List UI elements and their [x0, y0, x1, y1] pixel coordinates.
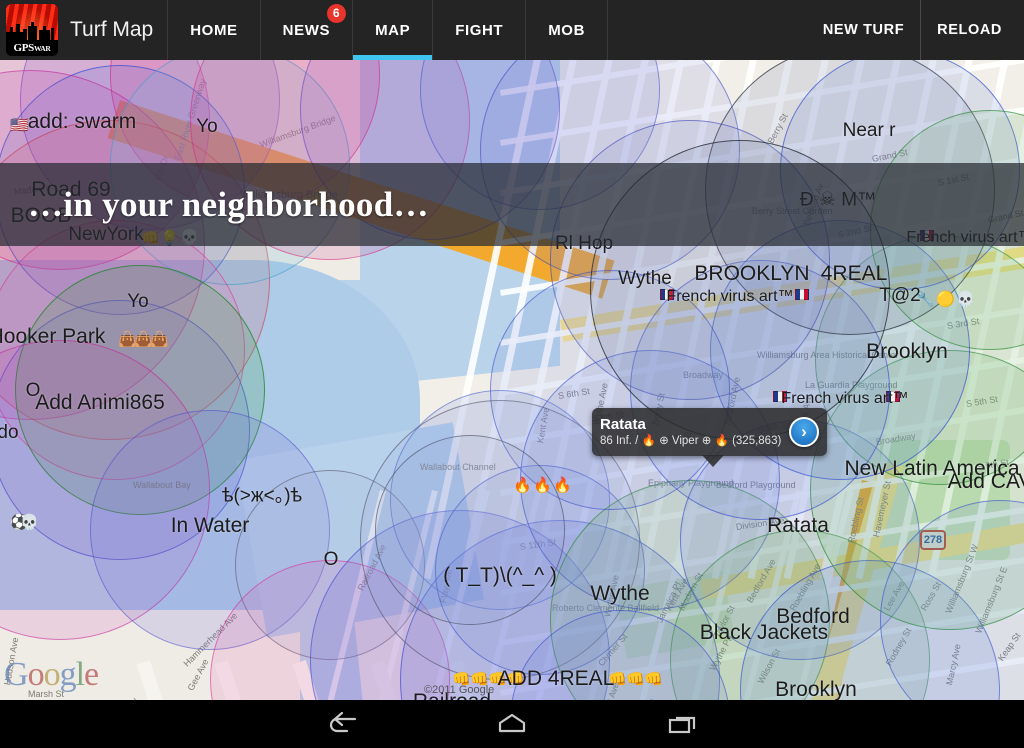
app-root: Williamsburg BridgeWilliamsburg BridgeMa… [0, 0, 1024, 748]
map-emoji-marker: 👊 [644, 671, 663, 688]
map-emoji-marker: 👊 [626, 671, 645, 688]
back-arrow-icon [329, 711, 357, 733]
map-emoji-marker: 👜 [150, 331, 169, 348]
tab-news[interactable]: NEWS 6 [261, 0, 354, 60]
map-attribution: ©2011 Google [424, 684, 495, 696]
turf-name-label[interactable]: T@2 [879, 285, 920, 307]
turf-name-label[interactable]: 4REAL [821, 262, 888, 286]
tab-fight[interactable]: FIGHT [433, 0, 527, 60]
turf-name-label[interactable]: Brooklyn [775, 678, 857, 700]
turf-name-label[interactable]: Yo [196, 116, 218, 138]
bubble-subtitle: 86 Inf. / 🔥 ⊕ Viper ⊕ 🔥 (325,863) [600, 434, 782, 447]
google-watermark: Google [4, 656, 99, 693]
turf-name-label[interactable]: Black Jackets [700, 621, 828, 645]
turf-map-canvas[interactable]: Williamsburg BridgeWilliamsburg BridgeMa… [0, 60, 1024, 700]
top-bar-actions: NEW TURF RELOAD [807, 0, 1024, 60]
tab-mob[interactable]: MOB [526, 0, 608, 60]
tab-label: HOME [190, 21, 238, 39]
recents-icon [668, 716, 696, 734]
map-emoji-marker: 🟡 [936, 291, 955, 308]
bubble-detail-arrow-icon[interactable]: › [789, 417, 819, 447]
turf-name-label[interactable]: Yo [127, 291, 149, 313]
map-emoji-marker: 💀 [20, 514, 39, 531]
turf-name-label[interactable]: French virus art™ [781, 390, 908, 408]
turf-name-label[interactable]: O [324, 549, 339, 571]
map-emoji-marker: 🇺🇸 [10, 117, 29, 134]
turf-name-label[interactable]: Wythe [590, 582, 649, 606]
tab-label: NEWS [282, 21, 331, 39]
news-badge-count: 6 [327, 4, 347, 23]
turf-name-label[interactable]: do [0, 422, 19, 444]
system-back-button[interactable] [257, 710, 427, 738]
tab-home[interactable]: HOME [167, 0, 261, 60]
turf-info-bubble[interactable]: Ratata 86 Inf. / 🔥 ⊕ Viper ⊕ 🔥 (325,863)… [592, 408, 827, 467]
tab-map[interactable]: MAP [353, 0, 434, 60]
turf-name-label[interactable]: In Water [171, 514, 250, 538]
android-system-navigation-bar [0, 700, 1024, 748]
app-logo-icon[interactable]: GPSWAR [6, 4, 58, 56]
map-emoji-marker: 🔥 [533, 477, 552, 494]
map-emoji-marker: 🔥 [513, 477, 532, 494]
new-turf-button[interactable]: NEW TURF [807, 0, 920, 60]
turf-name-label[interactable]: ADD 4REAL [498, 667, 615, 691]
turf-name-label[interactable]: add: swarm [28, 110, 137, 134]
turf-name-label[interactable]: Add CAV [948, 470, 1024, 494]
top-navigation-bar: GPSWAR Turf Map HOME NEWS 6 MAP FIGHT MOB NEW… [0, 0, 1024, 60]
turf-name-label[interactable]: Add Animi865 [35, 391, 165, 415]
map-emoji-marker: 💀 [956, 291, 975, 308]
turf-name-label[interactable]: French virus art™ [666, 288, 793, 306]
turf-name-label[interactable]: ѣ(>ж<。)ѣ [222, 481, 302, 508]
reload-button[interactable]: RELOAD [920, 0, 1018, 60]
system-home-button[interactable] [427, 710, 597, 738]
promo-banner: …in your neighborhood… [0, 163, 1024, 246]
turf-name-label[interactable]: BROOKLYN [694, 262, 809, 286]
french-flag-icon [795, 289, 809, 300]
turf-name-label[interactable]: Brooklyn [866, 340, 948, 364]
tab-label: MAP [375, 21, 411, 39]
home-icon [498, 713, 526, 733]
logo-text: GPSWAR [6, 40, 58, 56]
app-title: Turf Map [70, 18, 154, 41]
turf-name-label[interactable]: Wythe [618, 268, 672, 290]
logo-skyline-icon [6, 22, 54, 40]
tab-label: FIGHT [455, 21, 504, 39]
turf-name-label[interactable]: Near r [843, 120, 896, 142]
turf-name-label[interactable]: Ratata [767, 514, 829, 538]
turf-name-label[interactable]: Hooker Park [0, 325, 105, 349]
promo-banner-text: …in your neighborhood… [28, 184, 429, 224]
tab-label: MOB [548, 21, 585, 39]
system-recents-button[interactable] [597, 710, 767, 738]
turf-name-label[interactable]: ( T_T)\(^_^ ) [443, 564, 557, 588]
main-tab-list: HOME NEWS 6 MAP FIGHT MOB [167, 0, 608, 60]
bubble-title: Ratata [600, 415, 646, 433]
map-emoji-marker: 🔥 [553, 477, 572, 494]
turf-circle[interactable] [375, 435, 565, 625]
